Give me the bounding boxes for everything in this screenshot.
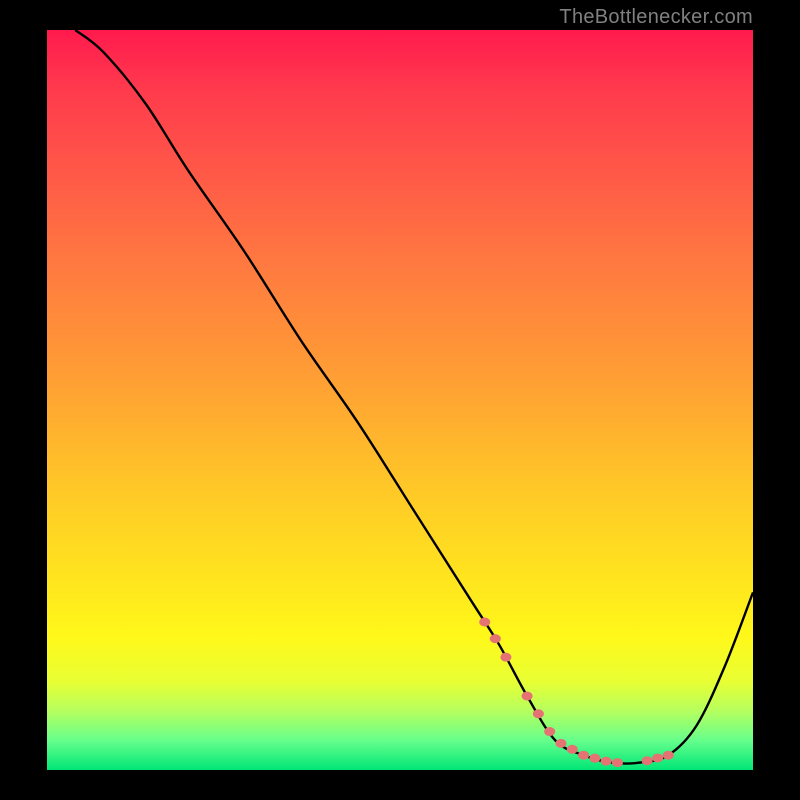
bead [589, 754, 600, 763]
bead [500, 653, 511, 662]
curve-line [75, 30, 753, 764]
bead-cluster [479, 618, 674, 768]
bead [555, 739, 566, 748]
bead [522, 692, 533, 701]
bead [612, 758, 623, 767]
bead [652, 753, 663, 762]
bead [642, 756, 653, 765]
bead [601, 757, 612, 766]
bead [479, 618, 490, 627]
bead [578, 751, 589, 760]
chart-frame: TheBottlenecker.com [0, 0, 800, 800]
bead [533, 709, 544, 718]
bead [544, 727, 555, 736]
bead [663, 751, 674, 760]
bottleneck-curve [47, 30, 753, 770]
bead [490, 634, 501, 643]
bead [567, 745, 578, 754]
attribution-text: TheBottlenecker.com [559, 6, 753, 29]
plot-area [47, 30, 753, 770]
